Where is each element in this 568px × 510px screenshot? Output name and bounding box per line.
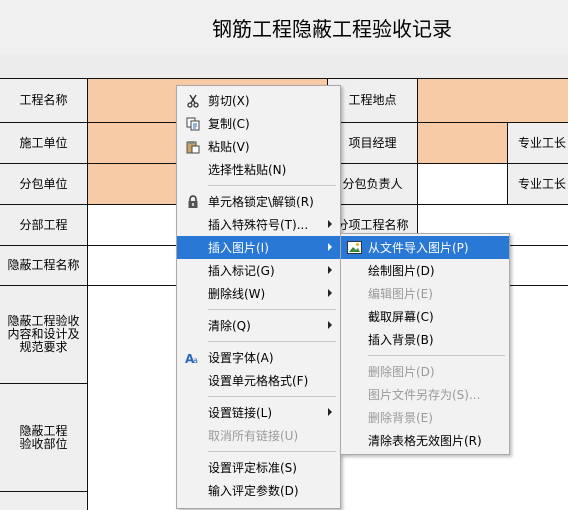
menu-set-font[interactable]: Aa 设置字体(A) — [177, 346, 340, 369]
copy-icon — [185, 116, 201, 131]
menu-copy[interactable]: 复制(C) — [177, 112, 340, 135]
label-subcontractor: 分包单位 — [0, 164, 88, 205]
menu-label: 设置链接(L) — [208, 406, 273, 420]
label-contractor: 施工单位 — [0, 123, 88, 164]
menu-insert-picture[interactable]: 插入图片(I) — [177, 236, 340, 259]
menu-label: 单元格锁定\解锁(R) — [208, 195, 314, 209]
menu-label: 插入特殊符号(T)... — [208, 218, 309, 232]
insert-picture-submenu: 从文件导入图片(P) 绘制图片(D) 编辑图片(E) 截取屏幕(C) 插入背景(… — [340, 233, 510, 455]
scissors-icon — [185, 93, 201, 108]
label-project-manager: 项目经理 — [328, 123, 418, 164]
menu-label: 剪切(X) — [208, 94, 250, 108]
menu-insert-mark[interactable]: 插入标记(G) — [177, 259, 340, 282]
menu-label: 删除图片(D) — [368, 365, 435, 379]
menu-paste-special[interactable]: 选择性粘贴(N) — [177, 158, 340, 181]
menu-label: 清除表格无效图片(R) — [368, 434, 482, 448]
menu-paste[interactable]: 粘贴(V) — [177, 135, 340, 158]
menu-separator — [208, 396, 336, 397]
menu-insert-symbol[interactable]: 插入特殊符号(T)... — [177, 213, 340, 236]
font-icon: Aa — [185, 350, 201, 365]
label-foreman: 专业工长 — [508, 123, 568, 164]
menu-label: 图片文件另存为(S)... — [368, 388, 481, 402]
submenu-arrow-icon — [328, 266, 332, 274]
menu-separator — [208, 451, 336, 452]
menu-label: 设置单元格格式(F) — [208, 374, 309, 388]
menu-set-criteria[interactable]: 设置评定标准(S) — [177, 456, 340, 479]
menu-label: 输入评定参数(D) — [208, 484, 299, 498]
submenu-save-picture-as: 图片文件另存为(S)... — [341, 383, 509, 406]
submenu-insert-background[interactable]: 插入背景(B) — [341, 328, 509, 351]
submenu-delete-background: 删除背景(E) — [341, 406, 509, 429]
menu-label: 粘贴(V) — [208, 140, 250, 154]
menu-label: 设置评定标准(S) — [208, 461, 297, 475]
menu-lock-unlock[interactable]: 单元格锁定\解锁(R) — [177, 190, 340, 213]
project-location-input[interactable] — [418, 79, 568, 123]
menu-label: 删除背景(E) — [368, 411, 433, 425]
submenu-arrow-icon — [328, 220, 332, 228]
menu-label: 设置字体(A) — [208, 351, 274, 365]
submenu-arrow-icon — [328, 408, 332, 416]
submenu-import-from-file[interactable]: 从文件导入图片(P) — [341, 236, 509, 259]
menu-label: 删除线(W) — [208, 287, 266, 301]
label-location: 隐蔽工程验收部位 — [0, 384, 88, 492]
menu-cell-format[interactable]: 设置单元格格式(F) — [177, 369, 340, 392]
sub-manager-input[interactable] — [418, 164, 508, 205]
label-content: 隐蔽工程验收内容和设计及规范要求 — [0, 286, 88, 384]
menu-label: 从文件导入图片(P) — [368, 241, 469, 255]
label-project-name: 工程名称 — [0, 79, 88, 123]
lock-icon — [185, 194, 201, 209]
image-icon — [346, 240, 362, 255]
spacer-row — [0, 54, 568, 78]
submenu-delete-picture: 删除图片(D) — [341, 360, 509, 383]
menu-label: 复制(C) — [208, 117, 250, 131]
menu-label: 清除(Q) — [208, 319, 251, 333]
menu-label: 截取屏幕(C) — [368, 310, 434, 324]
submenu-arrow-icon — [328, 289, 332, 297]
paste-icon — [185, 139, 201, 154]
label-sub-project: 分部工程 — [0, 205, 88, 246]
submenu-draw-picture[interactable]: 绘制图片(D) — [341, 259, 509, 282]
menu-cut[interactable]: 剪切(X) — [177, 89, 340, 112]
label-project-location: 工程地点 — [328, 79, 418, 123]
label-sub-manager: 分包负责人 — [328, 164, 418, 205]
submenu-arrow-icon — [328, 321, 332, 329]
label-foreman-2: 专业工长 — [508, 164, 568, 205]
menu-separator — [208, 185, 336, 186]
menu-remove-links: 取消所有链接(U) — [177, 424, 340, 447]
menu-separator — [368, 355, 505, 356]
menu-set-link[interactable]: 设置链接(L) — [177, 401, 340, 424]
submenu-screen-capture[interactable]: 截取屏幕(C) — [341, 305, 509, 328]
menu-label: 插入标记(G) — [208, 264, 275, 278]
menu-label: 取消所有链接(U) — [208, 429, 299, 443]
menu-label: 插入背景(B) — [368, 333, 434, 347]
menu-input-params[interactable]: 输入评定参数(D) — [177, 479, 340, 502]
submenu-edit-picture: 编辑图片(E) — [341, 282, 509, 305]
menu-clear[interactable]: 清除(Q) — [177, 314, 340, 337]
menu-label: 绘制图片(D) — [368, 264, 435, 278]
menu-label: 编辑图片(E) — [368, 287, 433, 301]
svg-text:a: a — [193, 356, 198, 365]
context-menu: 剪切(X) 复制(C) 粘贴(V) 选择性粘贴(N) 单元格锁定\解锁(R) 插… — [176, 85, 341, 509]
submenu-arrow-icon — [328, 243, 332, 251]
label-next-row — [0, 492, 88, 510]
menu-label: 插入图片(I) — [208, 241, 269, 255]
menu-separator — [208, 309, 336, 310]
document-title: 钢筋工程隐蔽工程验收记录 — [0, 0, 568, 54]
submenu-clear-invalid-pictures[interactable]: 清除表格无效图片(R) — [341, 429, 509, 452]
menu-separator — [208, 341, 336, 342]
menu-label: 选择性粘贴(N) — [208, 163, 287, 177]
project-manager-input[interactable] — [418, 123, 508, 164]
menu-strikethrough[interactable]: 删除线(W) — [177, 282, 340, 305]
label-concealed-name: 隐蔽工程名称 — [0, 246, 88, 286]
